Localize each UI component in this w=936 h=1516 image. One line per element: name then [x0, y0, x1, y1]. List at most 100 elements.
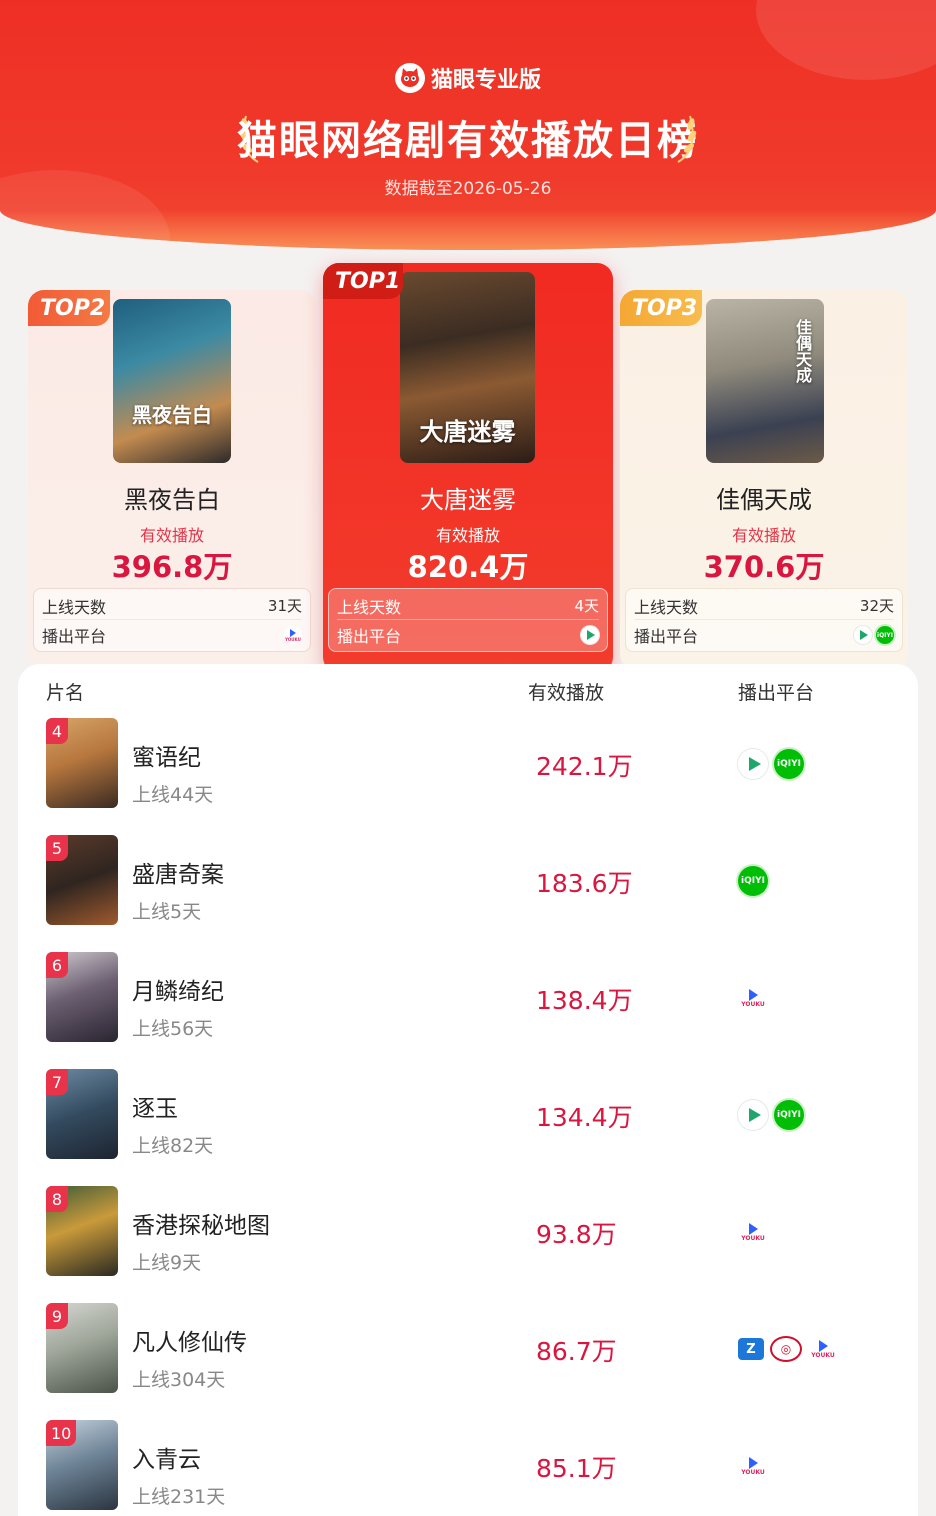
brand-name: 猫眼专业版 [430, 68, 541, 93]
list-item[interactable]: 7 逐玉 上线82天 134.4万 iQIYI [18, 1069, 918, 1186]
play-value: 183.6万 [536, 869, 633, 898]
show-name[interactable]: 黑夜告白 [28, 480, 316, 515]
poster-thumbnail[interactable]: 4 [46, 718, 118, 808]
list-item[interactable]: 8 香港探秘地图 上线9天 93.8万 YOUKU [18, 1186, 918, 1303]
days-online: 上线56天 [132, 1018, 214, 1040]
show-title[interactable]: 凡人修仙传 [132, 1323, 247, 1357]
rank-tag: TOP2 [28, 290, 110, 326]
platform-icons: YOUKU [738, 1217, 768, 1247]
podium-card-top1[interactable]: 大唐迷雾 TOP1 大唐迷雾 有效播放 820.4万 上线天数 4天 播出平台 [323, 263, 613, 673]
list-item[interactable]: 10 入青云 上线231天 85.1万 YOUKU [18, 1420, 918, 1516]
poster-thumbnail[interactable]: 6 [46, 952, 118, 1042]
platform-icons: iQIYI [854, 626, 894, 644]
iqiyi-icon: iQIYI [876, 626, 894, 644]
poster-thumbnail[interactable]: 9 [46, 1303, 118, 1393]
days-row: 上线天数 31天 [42, 592, 302, 620]
poster-title-text: 黑夜告白 [132, 403, 212, 427]
show-title[interactable]: 逐玉 [132, 1089, 178, 1123]
podium-card-top3[interactable]: 佳偶天成 TOP3 佳偶天成 有效播放 370.6万 上线天数 32天 播出平台… [620, 290, 908, 670]
platform-row: 播出平台 iQIYI [634, 621, 894, 649]
tencent-video-icon [738, 1100, 768, 1130]
iqiyi-icon: iQIYI [774, 749, 804, 779]
platform-icons: iQIYI [738, 1100, 804, 1130]
rank-badge: 8 [46, 1186, 68, 1212]
days-row: 上线天数 4天 [337, 592, 599, 620]
rank-badge: 6 [46, 952, 68, 978]
play-value: 370.6万 [703, 550, 825, 584]
show-title[interactable]: 盛唐奇案 [132, 855, 224, 889]
youku-icon: YOUKU [738, 1451, 768, 1481]
poster-title-text: 大唐迷雾 [419, 418, 516, 446]
show-title[interactable]: 月鳞绮纪 [132, 972, 224, 1006]
poster-thumbnail[interactable]: 8 [46, 1186, 118, 1276]
column-header-play: 有效播放 [528, 682, 605, 704]
column-header-platform: 播出平台 [738, 682, 815, 704]
days-online: 上线82天 [132, 1135, 214, 1157]
zhejiang-tv-icon: Z [738, 1338, 764, 1360]
poster-thumbnail[interactable]: 10 [46, 1420, 118, 1510]
play-label: 有效播放 [435, 526, 500, 545]
play-value: 85.1万 [536, 1454, 617, 1483]
play-label: 有效播放 [731, 526, 796, 545]
platform-label: 播出平台 [337, 627, 402, 646]
list-item[interactable]: 6 月鳞绮纪 上线56天 138.4万 YOUKU [18, 952, 918, 1069]
youku-icon: YOUKU [284, 626, 302, 644]
platform-icons [581, 626, 599, 644]
podium-card-top2[interactable]: 黑夜告白 TOP2 黑夜告白 有效播放 396.8万 上线天数 31天 播出平台… [28, 290, 316, 670]
rank-tag: TOP1 [323, 263, 403, 299]
rank-tag: TOP3 [620, 290, 702, 326]
show-name[interactable]: 佳偶天成 [620, 480, 908, 515]
platform-icons: Z ◎ YOUKU [738, 1334, 838, 1364]
days-online: 上线44天 [132, 784, 214, 806]
platform-icons: iQIYI [738, 866, 768, 896]
days-online: 上线5天 [132, 901, 202, 923]
rank-badge: 7 [46, 1069, 68, 1095]
poster-image[interactable]: 黑夜告白 [113, 299, 231, 463]
show-name[interactable]: 大唐迷雾 [323, 480, 613, 515]
rank-badge: 5 [46, 835, 68, 861]
play-value: 134.4万 [536, 1103, 633, 1132]
poster-thumbnail[interactable]: 5 [46, 835, 118, 925]
rank-badge: 10 [46, 1420, 77, 1446]
days-row: 上线天数 32天 [634, 592, 894, 620]
play-value: 86.7万 [536, 1337, 617, 1366]
list-item[interactable]: 4 蜜语纪 上线44天 242.1万 iQIYI [18, 718, 918, 835]
show-title[interactable]: 蜜语纪 [132, 738, 201, 772]
poster-image[interactable]: 大唐迷雾 [400, 272, 535, 463]
youku-icon: YOUKU [808, 1334, 838, 1364]
rank-badge: 4 [46, 718, 68, 744]
show-title[interactable]: 入青云 [132, 1440, 201, 1474]
list-item[interactable]: 5 盛唐奇案 上线5天 183.6万 iQIYI [18, 835, 918, 952]
platform-row: 播出平台 YOUKU [42, 621, 302, 649]
page-header: 猫眼专业版 猫眼网络剧有效播放日榜 数据截至2026-05-26 [0, 0, 936, 250]
play-value: 242.1万 [536, 752, 633, 781]
tencent-video-icon [738, 749, 768, 779]
maoyan-logo-icon [394, 63, 425, 93]
list-item[interactable]: 9 凡人修仙传 上线304天 86.7万 Z ◎ YOUKU [18, 1303, 918, 1420]
poster-thumbnail[interactable]: 7 [46, 1069, 118, 1159]
column-header-name: 片名 [46, 682, 85, 704]
days-value: 32天 [859, 597, 894, 615]
days-value: 4天 [574, 597, 599, 615]
meta-box: 上线天数 4天 播出平台 [328, 588, 608, 652]
platform-label: 播出平台 [42, 627, 107, 646]
platform-icons: YOUKU [284, 626, 302, 644]
laurel-icon [677, 115, 697, 163]
youku-icon: YOUKU [738, 1217, 768, 1247]
rank-badge: 9 [46, 1303, 68, 1329]
days-online: 上线231天 [132, 1486, 226, 1508]
meta-box: 上线天数 32天 播出平台 iQIYI [625, 588, 903, 652]
days-online: 上线9天 [132, 1252, 202, 1274]
poster-image[interactable]: 佳偶天成 [706, 299, 824, 463]
play-label: 有效播放 [139, 526, 204, 545]
page-title: 猫眼网络剧有效播放日榜 [237, 118, 699, 164]
iqiyi-icon: iQIYI [774, 1100, 804, 1130]
show-title[interactable]: 香港探秘地图 [132, 1206, 270, 1240]
days-label: 上线天数 [634, 597, 699, 617]
play-value: 93.8万 [536, 1220, 617, 1249]
youku-icon: YOUKU [738, 983, 768, 1013]
brand: 猫眼专业版 [0, 62, 936, 94]
platform-row: 播出平台 [337, 621, 599, 649]
days-value: 31天 [267, 597, 302, 615]
ranking-list: 片名 有效播放 播出平台 4 蜜语纪 上线44天 242.1万 iQIYI 5 … [18, 664, 918, 1516]
